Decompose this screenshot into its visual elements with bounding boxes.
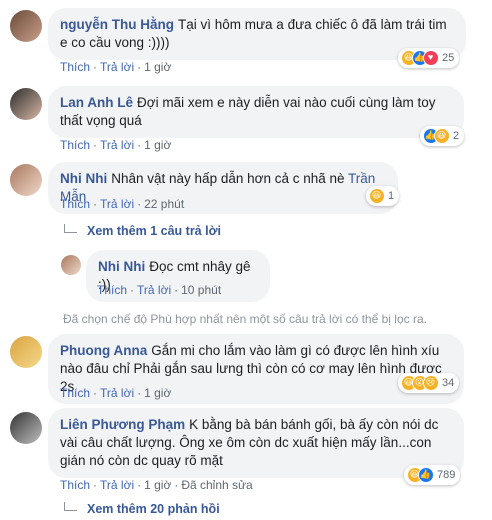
- view-more-replies-link[interactable]: Xem thêm 1 câu trả lời: [64, 224, 221, 238]
- like-link[interactable]: Thích: [60, 60, 90, 74]
- like-link[interactable]: Thích: [60, 197, 90, 211]
- avatar[interactable]: [61, 255, 81, 275]
- reactions-summary[interactable]: 😆 1: [366, 186, 400, 206]
- reply-link[interactable]: Trả lời: [137, 283, 171, 297]
- timestamp[interactable]: 1 giờ: [144, 386, 171, 400]
- comment-author[interactable]: Lan Anh Lê: [60, 95, 133, 110]
- comment-author[interactable]: Liên Phương Phạm: [60, 417, 185, 432]
- like-link[interactable]: Thích: [97, 283, 127, 297]
- reactions-summary[interactable]: 😆 👍 789: [404, 465, 461, 485]
- reply-link[interactable]: Trả lời: [100, 197, 134, 211]
- comment-actions: Thích · Trả lời · 1 giờ: [60, 138, 172, 152]
- comment-actions: Thích · Trả lời · 22 phút: [60, 197, 185, 211]
- comment-actions: Thích · Trả lời · 1 giờ · Đã chỉnh sửa: [60, 478, 253, 492]
- reaction-count: 1: [388, 190, 395, 202]
- reaction-count: 34: [442, 377, 455, 389]
- reply-link[interactable]: Trả lời: [100, 386, 134, 400]
- love-icon: ♥: [423, 50, 439, 66]
- reply-link[interactable]: Trả lời: [100, 138, 134, 152]
- reaction-count: 25: [442, 52, 455, 64]
- avatar[interactable]: [10, 412, 42, 444]
- avatar[interactable]: [10, 10, 42, 42]
- avatar[interactable]: [10, 164, 42, 196]
- reply-link[interactable]: Trả lời: [100, 478, 134, 492]
- comment-actions: Thích · Trả lời · 1 giờ: [60, 386, 172, 400]
- reaction-count: 789: [437, 469, 456, 481]
- comment-author[interactable]: Nhi Nhi: [98, 259, 145, 274]
- comment-author[interactable]: Phuong Anna: [60, 343, 147, 358]
- reply-arrow-icon: [64, 502, 77, 511]
- like-link[interactable]: Thích: [60, 386, 90, 400]
- timestamp[interactable]: 1 giờ: [144, 478, 171, 492]
- haha-icon: 😆: [434, 128, 450, 144]
- edited-label[interactable]: Đã chỉnh sửa: [181, 478, 252, 492]
- reactions-summary[interactable]: 😆 😮 😢 34: [398, 373, 460, 393]
- like-link[interactable]: Thích: [60, 138, 90, 152]
- comment-text: Nhân vật này hấp dẫn hơn cả c nhã nè: [111, 171, 349, 186]
- timestamp[interactable]: 1 giờ: [144, 138, 171, 152]
- comment-bubble: Lan Anh Lê Đợi mãi xem e này diễn vai nào…: [48, 86, 464, 138]
- reactions-summary[interactable]: 😆 👍 ♥ 25: [398, 48, 460, 68]
- reply-arrow-icon: [64, 224, 77, 233]
- reaction-count: 2: [453, 130, 460, 142]
- filter-note: Đã chọn chế độ Phù hợp nhất nên một số c…: [63, 312, 427, 326]
- avatar[interactable]: [10, 88, 42, 120]
- reply-actions: Thích · Trả lời · 10 phút: [97, 283, 222, 297]
- comment-actions: Thích · Trả lời · 1 giờ: [60, 60, 172, 74]
- haha-icon: 😆: [369, 188, 385, 204]
- timestamp[interactable]: 1 giờ: [144, 60, 171, 74]
- reply-link[interactable]: Trả lời: [100, 60, 134, 74]
- timestamp[interactable]: 10 phút: [181, 283, 221, 297]
- view-more-replies-link[interactable]: Xem thêm 20 phản hồi: [64, 502, 220, 516]
- like-link[interactable]: Thích: [60, 478, 90, 492]
- sad-icon: 😢: [423, 375, 439, 391]
- comment-bubble: Liên Phương Phạm K bằng bà bán bánh gối, …: [48, 408, 464, 478]
- comment-author[interactable]: Nhi Nhi: [60, 171, 107, 186]
- reactions-summary[interactable]: 👍 😆 2: [420, 126, 465, 146]
- comment-author[interactable]: nguyễn Thu Hằng: [60, 17, 174, 32]
- avatar[interactable]: [10, 336, 42, 368]
- timestamp[interactable]: 22 phút: [144, 197, 184, 211]
- like-icon: 👍: [418, 467, 434, 483]
